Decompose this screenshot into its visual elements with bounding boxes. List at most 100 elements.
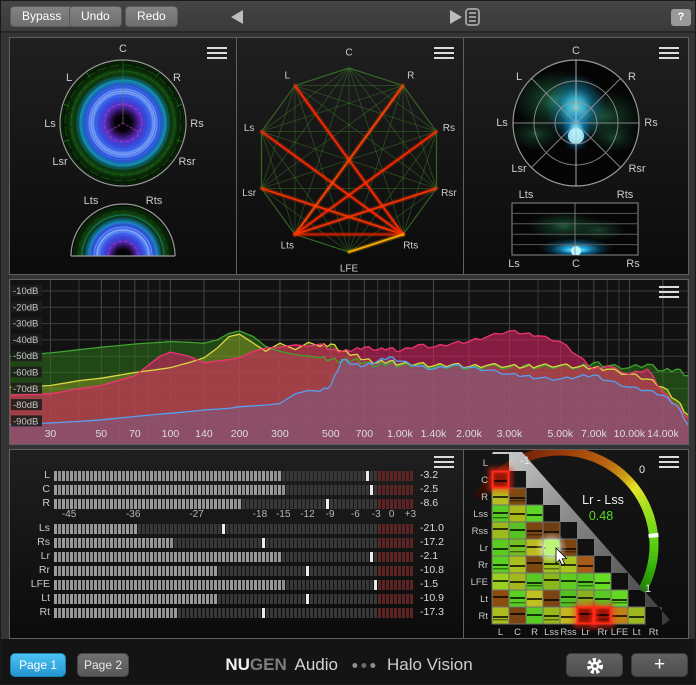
polar-label-ls: Ls: [496, 117, 508, 129]
meter-scale-tick: -3: [372, 509, 381, 520]
scope-label-rs: Rs: [190, 118, 203, 130]
svg-text:Lsr: Lsr: [242, 188, 257, 199]
playlist-icon[interactable]: [465, 8, 480, 26]
meter-channel-label: Rs: [12, 537, 50, 548]
svg-text:R: R: [531, 627, 538, 638]
svg-text:L: L: [285, 71, 291, 82]
gear-icon: [585, 656, 605, 676]
meter-channel-label: LFE: [12, 579, 50, 590]
help-button[interactable]: ?: [671, 9, 691, 26]
svg-text:Rss: Rss: [560, 627, 577, 638]
svg-text:-90dB: -90dB: [13, 416, 38, 427]
svg-text:300: 300: [271, 428, 289, 440]
play-icon[interactable]: [450, 10, 462, 24]
meter-scale-tick: -15: [276, 509, 290, 520]
meter-scale-tick: -12: [300, 509, 314, 520]
svg-text:-50dB: -50dB: [13, 351, 38, 362]
spectrum-analyzer-chart: 3050701001402003005007001.00k1.40k2.00k3…: [10, 280, 688, 444]
meter-bar: [54, 608, 414, 618]
spectrum-menu-icon[interactable]: [659, 286, 679, 300]
height-label-c: C: [572, 258, 580, 270]
scope-label-c: C: [119, 43, 127, 55]
brand-audio: Audio: [294, 655, 337, 674]
meter-bar: [54, 499, 414, 509]
svg-text:Lr: Lr: [480, 543, 488, 554]
bypass-button[interactable]: Bypass: [10, 6, 73, 27]
meter-channel-label: Lr: [12, 551, 50, 562]
svg-text:C: C: [481, 475, 488, 486]
svg-text:C: C: [514, 627, 521, 638]
add-module-button[interactable]: +: [631, 653, 688, 677]
meter-value: -21.0: [420, 523, 444, 534]
meter-channel-label: R: [12, 498, 50, 509]
svg-text:-40dB: -40dB: [13, 335, 38, 346]
svg-text:7.00k: 7.00k: [581, 428, 607, 440]
brand-dots-icon: [350, 653, 377, 677]
svg-text:Lt: Lt: [633, 627, 641, 638]
svg-text:-10dB: -10dB: [13, 286, 38, 297]
brand-nu: NU: [225, 655, 250, 674]
meter-row-rr: Rr-10.8: [10, 565, 464, 577]
svg-text:14.00k: 14.00k: [647, 428, 679, 440]
height-label-rts: Rts: [617, 189, 634, 201]
meter-scale-tick: -27: [189, 509, 203, 520]
polar-menu-icon[interactable]: [659, 47, 679, 61]
meter-value: -1.5: [420, 579, 438, 590]
footer: Page 1 Page 2 NUGEN AudioHalo Vision +: [1, 639, 696, 685]
svg-text:L: L: [498, 627, 503, 638]
meter-scale-tick: -36: [126, 509, 140, 520]
svg-text:LFE: LFE: [611, 627, 628, 638]
svg-text:1.40k: 1.40k: [421, 428, 447, 440]
svg-text:-60dB: -60dB: [13, 368, 38, 379]
meter-scale-tick: -45: [62, 509, 76, 520]
settings-button[interactable]: [566, 653, 623, 677]
redo-button[interactable]: Redo: [125, 6, 178, 27]
svg-text:-20dB: -20dB: [13, 302, 38, 313]
meter-bar: [54, 471, 414, 481]
svg-text:Rr: Rr: [597, 627, 607, 638]
svg-text:LFE: LFE: [471, 577, 488, 588]
svg-text:50: 50: [95, 428, 107, 440]
previous-icon[interactable]: [231, 10, 243, 24]
svg-text:1.00k: 1.00k: [387, 428, 413, 440]
svg-text:L: L: [483, 458, 488, 469]
svg-text:-30dB: -30dB: [13, 319, 38, 330]
scope-label-lsr: Lsr: [52, 156, 67, 168]
svg-text:Rt: Rt: [649, 627, 659, 638]
network-menu-icon[interactable]: [434, 47, 454, 61]
channel-network-graph: CRRsRsrRtsLFELtsLsrLsL: [237, 38, 463, 274]
meter-value: -17.2: [420, 537, 444, 548]
meter-channel-label: Rt: [12, 607, 50, 618]
polar-label-c: C: [572, 45, 580, 57]
meter-value: -8.6: [420, 498, 438, 509]
meter-row-ls: Ls-21.0: [10, 523, 464, 535]
svg-text:2.00k: 2.00k: [456, 428, 482, 440]
scope-label-rts: Rts: [146, 195, 163, 207]
meter-bar: [54, 594, 414, 604]
page2-button[interactable]: Page 2: [77, 653, 129, 677]
correlation-menu-icon[interactable]: [659, 456, 679, 470]
svg-text:Lss: Lss: [473, 509, 488, 520]
spectrum-analyzer-panel: 3050701001402003005007001.00k1.40k2.00k3…: [9, 279, 689, 445]
meter-row-lt: Lt-10.9: [10, 593, 464, 605]
brand: NUGEN AudioHalo Vision: [225, 653, 472, 677]
svg-text:Lts: Lts: [281, 240, 294, 251]
svg-text:0.48: 0.48: [589, 509, 613, 523]
meters-menu-icon[interactable]: [434, 456, 454, 470]
svg-text:10.00k: 10.00k: [614, 428, 646, 440]
svg-text:5.00k: 5.00k: [547, 428, 573, 440]
meter-scale-tick: +3: [405, 509, 416, 520]
scope-menu-icon[interactable]: [207, 47, 227, 61]
meter-scale: -45-36-27-18-15-12-9-6-30+3: [54, 509, 414, 521]
undo-button[interactable]: Undo: [69, 6, 122, 27]
meter-row-c: C-2.5: [10, 484, 464, 496]
meter-bar: [54, 552, 414, 562]
meter-channel-label: L: [12, 470, 50, 481]
svg-text:Lss: Lss: [544, 627, 559, 638]
page1-button[interactable]: Page 1: [10, 653, 66, 677]
svg-text:Lr - Lss: Lr - Lss: [582, 493, 624, 507]
meter-row-rs: Rs -17.2: [10, 537, 464, 549]
level-meters-panel: L-3.2C-2.5R-8.6Ls-21.0Rs-17.2Lr-2.1Rr-10…: [9, 449, 464, 639]
svg-text:Rs: Rs: [443, 123, 455, 134]
svg-text:700: 700: [356, 428, 374, 440]
